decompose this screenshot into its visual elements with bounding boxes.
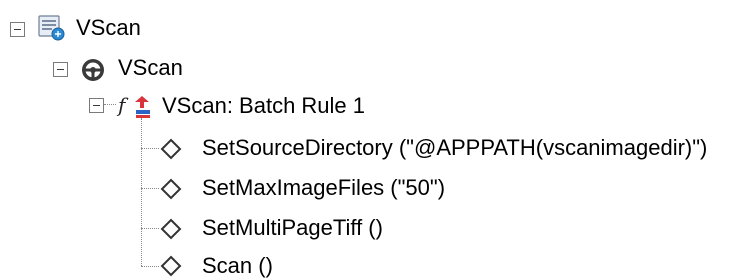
collapse-toggle-root[interactable]: [10, 22, 25, 37]
tree-node-label: VScan: [118, 55, 183, 80]
tree-view: VScan VScan f VScan: Batch Rule 1 SetSou…: [0, 0, 742, 280]
tree-node-label: VScan: Batch Rule 1: [162, 93, 366, 118]
diamond-icon: [160, 138, 182, 165]
svg-text:f: f: [116, 93, 129, 117]
tree-node-root[interactable]: VScan: [76, 8, 141, 48]
tree-node-label: VScan: [76, 15, 141, 40]
tree-connector-line: [141, 118, 142, 266]
server-computer-icon: [38, 14, 66, 47]
function-rule-icon: f: [116, 92, 154, 125]
tree-node-label: SetSourceDirectory ("@APPPATH(vscanimage…: [202, 135, 708, 160]
steering-wheel-icon: [80, 57, 106, 88]
tree-node-label: Scan (): [202, 253, 273, 278]
collapse-toggle-vscan[interactable]: [53, 62, 68, 77]
tree-connector-line: [141, 228, 159, 229]
tree-connector-line: [141, 266, 159, 267]
tree-node-label: SetMaxImageFiles ("50"): [202, 175, 446, 200]
tree-node-scan[interactable]: Scan (): [202, 246, 273, 280]
diamond-icon: [160, 178, 182, 205]
tree-node-set-source-directory[interactable]: SetSourceDirectory ("@APPPATH(vscanimage…: [202, 128, 707, 168]
tree-node-label: SetMultiPageTiff (): [202, 215, 383, 240]
tree-node-batch-rule[interactable]: VScan: Batch Rule 1: [162, 86, 365, 126]
collapse-toggle-batch-rule[interactable]: [89, 98, 104, 113]
diamond-icon: [160, 218, 182, 245]
tree-node-set-max-image-files[interactable]: SetMaxImageFiles ("50"): [202, 168, 445, 208]
tree-node-set-multi-page-tiff[interactable]: SetMultiPageTiff (): [202, 208, 383, 248]
tree-connector-line: [141, 188, 159, 189]
tree-connector-line: [141, 148, 159, 149]
tree-node-vscan[interactable]: VScan: [118, 48, 183, 88]
diamond-icon: [160, 255, 182, 280]
tree-connector-line: [104, 104, 116, 105]
